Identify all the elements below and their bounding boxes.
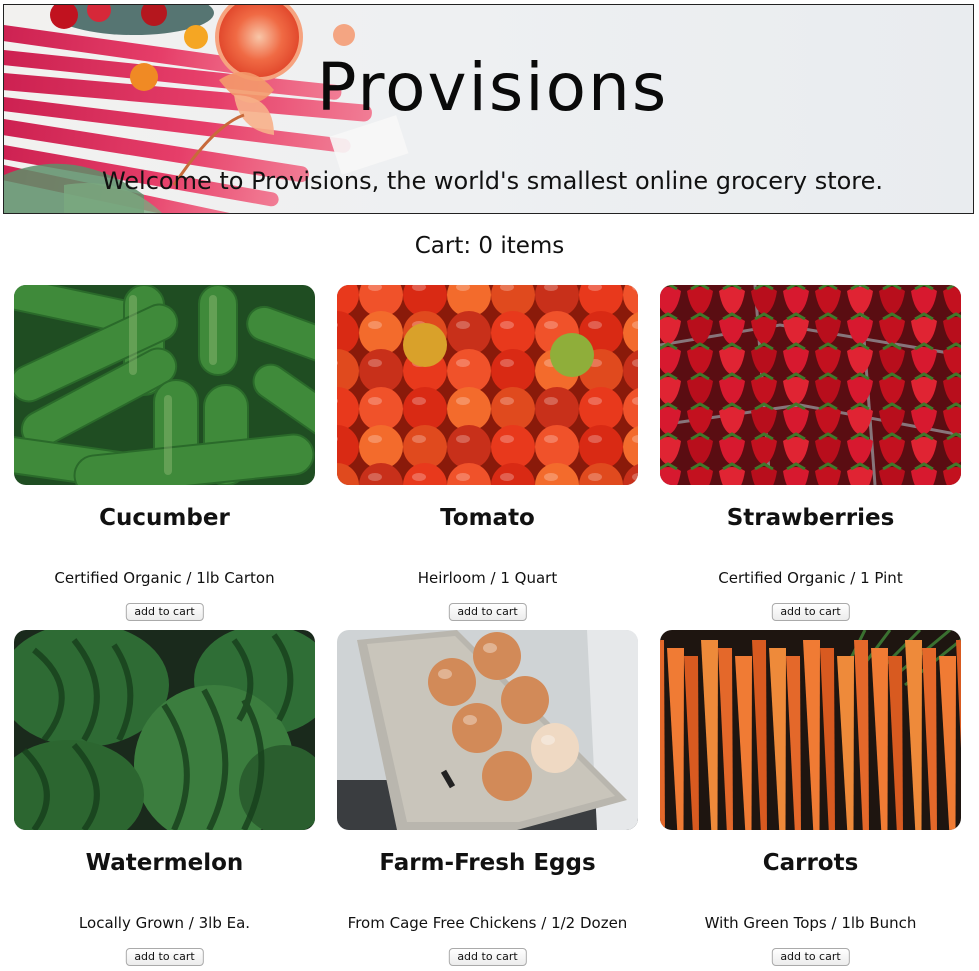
page-title: Provisions (316, 49, 669, 126)
product-card-strawberries: Strawberries Certified Organic / 1 Pint … (660, 285, 961, 625)
product-name: Farm-Fresh Eggs (379, 850, 596, 876)
header-banner: Provisions Welcome to Provisions, the wo… (3, 4, 974, 214)
product-card-watermelon: Watermelon Locally Grown / 3lb Ea. add t… (14, 630, 315, 970)
strawberries-photo (660, 285, 961, 485)
product-card-cucumber: Cucumber Certified Organic / 1lb Carton … (14, 285, 315, 625)
product-description: From Cage Free Chickens / 1/2 Dozen (347, 914, 628, 932)
cart-summary: Cart: 0 items (414, 233, 565, 259)
product-name: Carrots (762, 850, 859, 876)
add-to-cart-button[interactable]: add to cart (448, 603, 527, 621)
add-to-cart-button[interactable]: add to cart (771, 603, 850, 621)
product-description: Heirloom / 1 Quart (417, 569, 558, 587)
product-description: With Green Tops / 1lb Bunch (704, 914, 917, 932)
eggs-photo (337, 630, 638, 830)
cucumbers-photo (14, 285, 315, 485)
product-card-carrots: Carrots With Green Tops / 1lb Bunch add … (660, 630, 961, 970)
product-description: Certified Organic / 1lb Carton (54, 569, 275, 587)
tomatoes-photo (337, 285, 638, 485)
page-subtitle: Welcome to Provisions, the world's small… (101, 167, 884, 195)
product-description: Locally Grown / 3lb Ea. (78, 914, 251, 932)
product-card-eggs: Farm-Fresh Eggs From Cage Free Chickens … (337, 630, 638, 970)
watermelons-photo (14, 630, 315, 830)
carrots-photo (660, 630, 961, 830)
add-to-cart-button[interactable]: add to cart (125, 603, 204, 621)
product-name: Watermelon (85, 850, 244, 876)
product-name: Strawberries (726, 505, 895, 531)
product-card-tomato: Tomato Heirloom / 1 Quart add to cart (337, 285, 638, 625)
add-to-cart-button[interactable]: add to cart (448, 948, 527, 966)
product-name: Cucumber (99, 505, 230, 531)
product-description: Certified Organic / 1 Pint (718, 569, 903, 587)
add-to-cart-button[interactable]: add to cart (125, 948, 204, 966)
product-name: Tomato (440, 505, 535, 531)
add-to-cart-button[interactable]: add to cart (771, 948, 850, 966)
